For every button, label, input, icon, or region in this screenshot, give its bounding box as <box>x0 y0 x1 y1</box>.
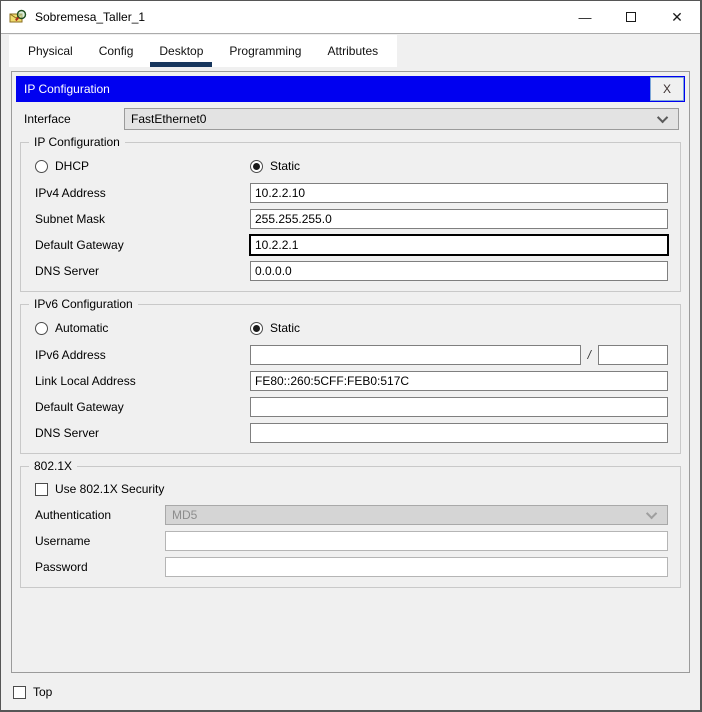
packet-tracer-device-icon <box>9 9 27 25</box>
close-button[interactable]: ✕ <box>654 1 700 33</box>
ipv6-default-gateway-input[interactable] <box>250 397 668 417</box>
ipv6-prefix-input[interactable] <box>598 345 668 365</box>
static-radio[interactable] <box>250 159 263 173</box>
ipv6-static-radio[interactable] <box>250 321 263 335</box>
dhcp-radio[interactable] <box>35 159 48 173</box>
ipv6-address-label: IPv6 Address <box>35 348 106 362</box>
panel-close-button[interactable]: X <box>650 77 684 101</box>
tab-config[interactable]: Config <box>86 35 147 67</box>
default-gateway-input[interactable]: 10.2.2.1 <box>250 235 668 255</box>
dot1x-security-checkbox[interactable] <box>35 482 48 496</box>
interface-dropdown[interactable]: FastEthernet0 <box>124 108 679 130</box>
ipv6-dns-server-row: DNS Server <box>35 423 668 443</box>
static-radio-option[interactable]: Static <box>250 159 300 173</box>
ipv6-automatic-radio-option[interactable]: Automatic <box>35 321 250 335</box>
ipv6-group-title: IPv6 Configuration <box>29 297 138 311</box>
password-input <box>165 557 668 577</box>
link-local-address-row: Link Local Address FE80::260:5CFF:FEB0:5… <box>35 371 668 391</box>
subnet-mask-input[interactable]: 255.255.255.0 <box>250 209 668 229</box>
link-local-address-input[interactable]: FE80::260:5CFF:FEB0:517C <box>250 371 668 391</box>
subnet-mask-label: Subnet Mask <box>35 212 106 226</box>
dot1x-security-checkbox-row[interactable]: Use 802.1X Security <box>35 479 668 499</box>
ipv4-address-row: IPv4 Address 10.2.2.10 <box>35 183 668 203</box>
ip-configuration-header: IP Configuration X <box>16 76 685 102</box>
tab-strip: Physical Config Desktop Programming Attr… <box>9 35 398 67</box>
ipv6-mode-radio-row: Automatic Static <box>35 317 668 339</box>
ipv6-configuration-group: IPv6 Configuration Automatic Static IPv6… <box>20 297 681 454</box>
ipv4-address-label: IPv4 Address <box>35 186 106 200</box>
password-row: Password <box>35 557 668 577</box>
tab-physical[interactable]: Physical <box>15 35 86 67</box>
dot1x-group-title: 802.1X <box>29 459 78 473</box>
ipv6-default-gateway-label: Default Gateway <box>35 400 124 414</box>
ipv6-address-row: IPv6 Address / <box>35 345 668 365</box>
interface-label: Interface <box>24 112 71 126</box>
window-controls: — ✕ <box>562 1 700 33</box>
username-row: Username <box>35 531 668 551</box>
ipv4-address-input[interactable]: 10.2.2.10 <box>250 183 668 203</box>
dot1x-security-checkbox-label: Use 802.1X Security <box>55 482 165 496</box>
dns-server-label: DNS Server <box>35 264 100 278</box>
link-local-address-label: Link Local Address <box>35 374 136 388</box>
interface-row: Interface FastEthernet0 <box>24 108 679 130</box>
ip-mode-radio-row: DHCP Static <box>35 155 668 177</box>
window-title: Sobremesa_Taller_1 <box>35 10 146 24</box>
tab-attributes[interactable]: Attributes <box>314 35 391 67</box>
minimize-button[interactable]: — <box>562 1 608 33</box>
desktop-tab-content: IP Configuration X Interface FastEtherne… <box>1 67 700 710</box>
default-gateway-row: Default Gateway 10.2.2.1 <box>35 235 668 255</box>
default-gateway-label: Default Gateway <box>35 238 124 252</box>
dhcp-radio-label: DHCP <box>55 159 90 173</box>
top-checkbox-label: Top <box>33 685 53 699</box>
maximize-button[interactable] <box>608 1 654 33</box>
ip-configuration-group: IP Configuration DHCP Static IPv4 Addres… <box>20 135 681 292</box>
authentication-dropdown: MD5 <box>165 505 668 525</box>
ipv6-default-gateway-row: Default Gateway <box>35 397 668 417</box>
dhcp-radio-option[interactable]: DHCP <box>35 159 250 173</box>
device-config-window: Sobremesa_Taller_1 — ✕ Physical Config D… <box>0 0 702 712</box>
interface-selected-value: FastEthernet0 <box>131 112 207 126</box>
ipv6-dns-server-label: DNS Server <box>35 426 100 440</box>
authentication-label: Authentication <box>35 508 112 522</box>
authentication-row: Authentication MD5 <box>35 505 668 525</box>
ipv6-static-radio-option[interactable]: Static <box>250 321 300 335</box>
password-label: Password <box>35 560 88 574</box>
top-checkbox-row[interactable]: Top <box>13 685 52 699</box>
ipv6-dns-server-input[interactable] <box>250 423 668 443</box>
static-radio-label: Static <box>270 159 301 173</box>
ipv6-static-radio-label: Static <box>270 321 301 335</box>
dns-server-row: DNS Server 0.0.0.0 <box>35 261 668 281</box>
ipv6-address-input[interactable] <box>250 345 581 365</box>
tab-bar: Physical Config Desktop Programming Attr… <box>1 35 700 67</box>
dns-server-input[interactable]: 0.0.0.0 <box>250 261 668 281</box>
authentication-selected-value: MD5 <box>172 508 198 522</box>
ipv6-automatic-radio-label: Automatic <box>55 321 109 335</box>
top-checkbox[interactable] <box>13 685 26 699</box>
subnet-mask-row: Subnet Mask 255.255.255.0 <box>35 209 668 229</box>
ipv6-automatic-radio[interactable] <box>35 321 48 335</box>
title-bar: Sobremesa_Taller_1 — ✕ <box>1 1 700 34</box>
tab-programming[interactable]: Programming <box>216 35 314 67</box>
tab-desktop[interactable]: Desktop <box>146 35 216 67</box>
ip-group-title: IP Configuration <box>29 135 125 149</box>
ip-configuration-title: IP Configuration <box>24 82 110 96</box>
username-input <box>165 531 668 551</box>
ipv6-prefix-separator: / <box>587 348 591 362</box>
ip-configuration-panel: IP Configuration X Interface FastEtherne… <box>11 71 690 673</box>
dot1x-group: 802.1X Use 802.1X Security Authenticatio… <box>20 459 681 588</box>
username-label: Username <box>35 534 91 548</box>
maximize-icon <box>626 12 636 22</box>
